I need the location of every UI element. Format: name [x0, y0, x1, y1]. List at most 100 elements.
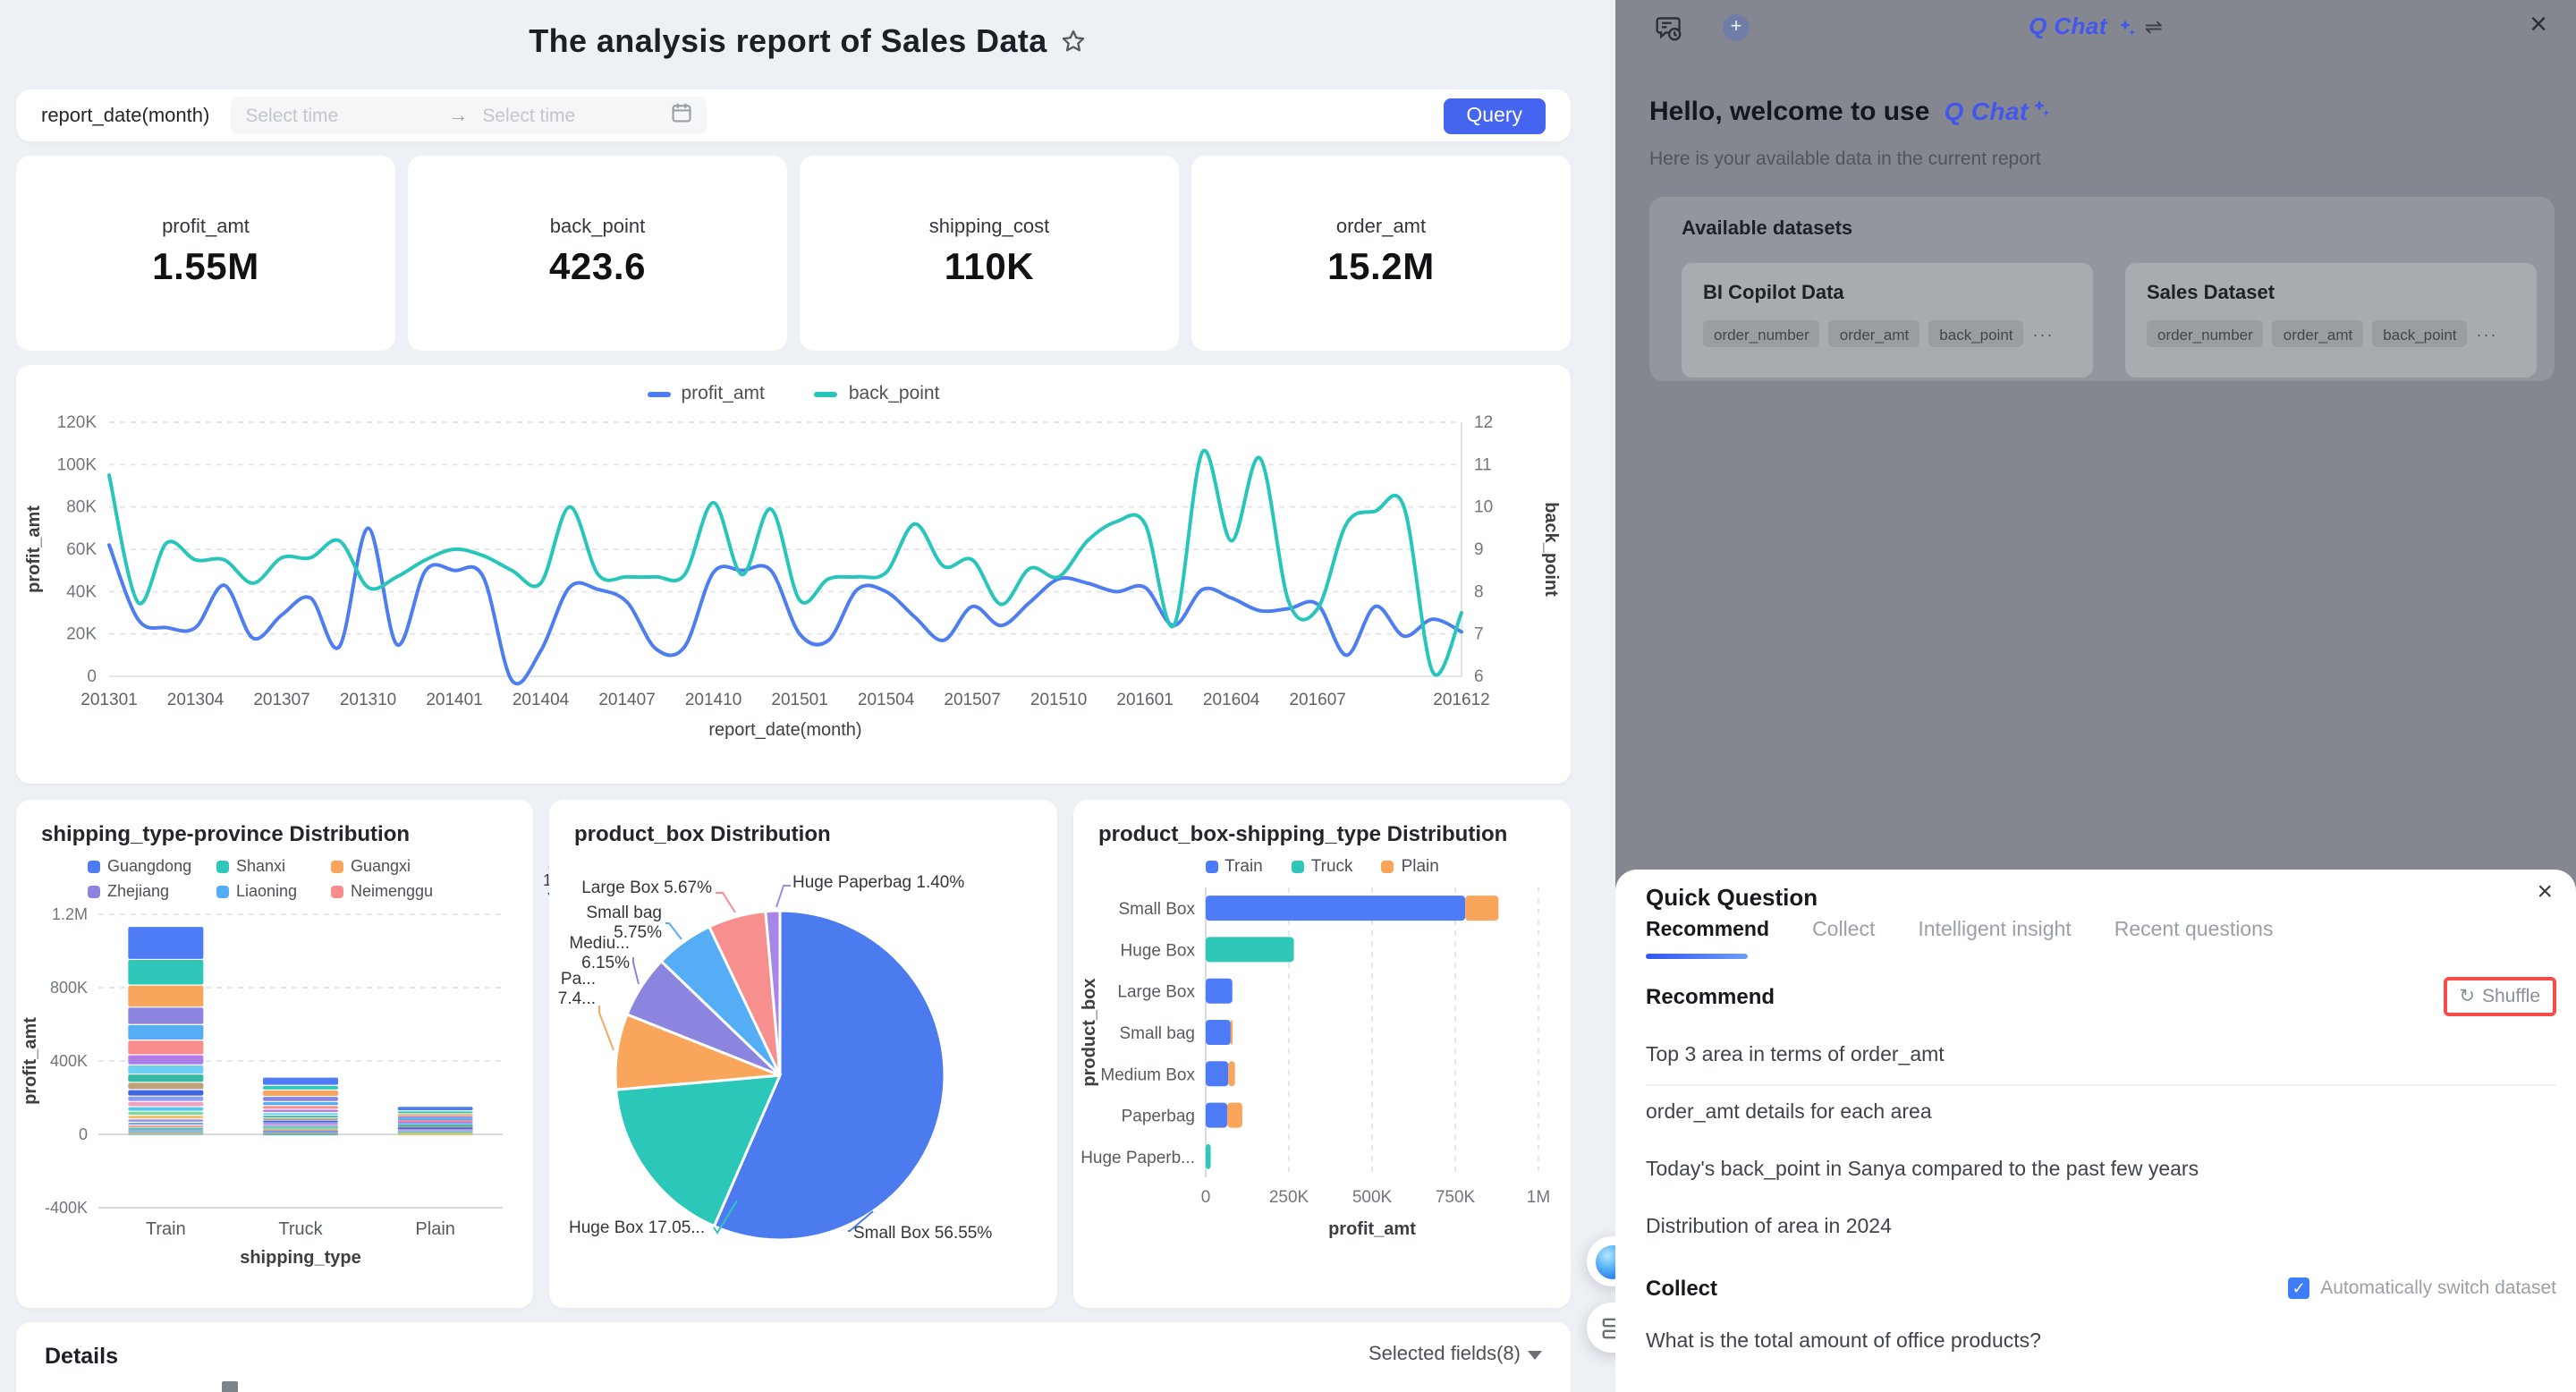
recommend-section-header: Recommend ↻ Shuffle [1646, 970, 2556, 1023]
auto-switch-dataset[interactable]: ✓ Automatically switch dataset [2288, 1277, 2556, 1299]
pie-label-huge-box: Huge Box 17.05... [569, 1218, 705, 1238]
favorite-star-icon[interactable] [1062, 29, 1087, 54]
svg-text:800K: 800K [50, 979, 88, 997]
svg-text:6: 6 [1474, 667, 1484, 686]
svg-text:Large Box: Large Box [1117, 983, 1195, 1002]
kpi-value: 1.55M [152, 247, 259, 290]
svg-text:0: 0 [1201, 1188, 1211, 1207]
qchat-header: + Q Chat ⇌ × [1615, 0, 2576, 54]
more-fields-ellipsis: ··· [2477, 325, 2498, 343]
pie-chart-title: product_box Distribution [549, 800, 1057, 846]
dataset-fields: order_numberorder_amtback_point··· [2147, 320, 2515, 347]
legend-item-Shanxi[interactable]: Shanxi [216, 857, 331, 875]
date-range-input[interactable]: Select time → Select time [231, 97, 707, 134]
quick-question-tabs: Recommend Collect Intelligent insight Recen… [1646, 920, 2273, 941]
trend-line-chart[interactable]: 0620K740K860K980K10100K11120K12201301201… [16, 404, 1571, 782]
dataset-field-chip: back_point [1928, 320, 2023, 347]
kpi-row: profit_amt1.55Mback_point423.6shipping_c… [16, 156, 1571, 351]
tab-intelligent-insight[interactable]: Intelligent insight [1918, 920, 2071, 941]
recommend-question[interactable]: Top 3 area in terms of order_amt [1646, 1027, 2556, 1086]
legend-item-back_point[interactable]: back_point [815, 383, 940, 404]
qchat-panel: + Q Chat ⇌ × Hello, welcome to use Q Cha… [1615, 0, 2576, 1392]
trend-legend: profit_amt back_point [16, 365, 1571, 404]
svg-text:250K: 250K [1269, 1188, 1309, 1207]
dataset-card-bi-copilot-data[interactable]: BI Copilot Dataorder_numberorder_amtback… [1682, 263, 2093, 378]
svg-text:1M: 1M [1527, 1188, 1550, 1207]
hbar-chart-card: product_box-shipping_type Distribution T… [1073, 800, 1571, 1308]
legend-item-Neimenggu[interactable]: Neimenggu [331, 882, 456, 900]
svg-text:profit_amt: profit_amt [24, 505, 44, 593]
svg-text:40K: 40K [66, 582, 97, 601]
dataset-name: Sales Dataset [2147, 283, 2515, 304]
qchat-logo: Q Chat ⇌ [1615, 13, 2576, 39]
legend-item-Zhejiang[interactable]: Zhejiang [88, 882, 216, 900]
svg-text:201501: 201501 [771, 691, 827, 709]
selected-fields-dropdown[interactable]: Selected fields(8) [1368, 1344, 1542, 1365]
hbar-legend: Train Truck Plain [1073, 857, 1571, 877]
legend-item-Train[interactable]: Train [1205, 857, 1263, 877]
legend-label: Neimenggu [351, 882, 433, 900]
pie-chart[interactable]: Large Box 5.67%Small bag5.75%Mediu...6.1… [549, 846, 1057, 1297]
legend-item-Guangdong[interactable]: Guangdong [88, 857, 216, 875]
legend-label: Shanxi [236, 857, 285, 875]
legend-label: Guangxi [351, 857, 411, 875]
stage: The analysis report of Sales Data report… [0, 0, 2576, 1392]
svg-text:product_box: product_box [1080, 978, 1099, 1086]
quick-question-close-icon[interactable]: × [2537, 877, 2553, 907]
svg-text:60K: 60K [66, 540, 97, 559]
svg-text:0: 0 [79, 1125, 88, 1143]
kpi-value: 423.6 [549, 247, 646, 290]
svg-text:80K: 80K [66, 498, 97, 517]
dataset-field-chip: order_number [1703, 320, 1820, 347]
svg-text:profit_amt: profit_amt [21, 1017, 40, 1105]
legend-item-Plain[interactable]: Plain [1382, 857, 1439, 877]
stack-bar-chart[interactable]: -400K0400K800K1.2MTrainTruckPlainshippin… [16, 900, 533, 1281]
svg-text:7: 7 [1474, 625, 1484, 644]
collect-question[interactable]: What is the total amount of office produ… [1646, 1313, 2556, 1371]
svg-text:201401: 201401 [426, 691, 482, 709]
legend-item-Guangxi[interactable]: Guangxi [331, 857, 456, 875]
recommend-question[interactable]: Distribution of area in 2024 [1646, 1199, 2556, 1256]
table-header-fragment [222, 1381, 238, 1392]
legend-swatch [1382, 861, 1394, 873]
chevron-down-icon [1528, 1350, 1542, 1359]
checkbox-checked-icon[interactable]: ✓ [2288, 1277, 2309, 1299]
switch-panel-icon[interactable]: ⇌ [2145, 13, 2163, 38]
refresh-icon: ↻ [2459, 986, 2475, 1007]
svg-text:back_point: back_point [1541, 502, 1561, 597]
kpi-card: back_point 423.6 [408, 156, 787, 351]
tab-collect[interactable]: Collect [1812, 920, 1875, 941]
welcome-subtitle: Here is your available data in the curre… [1649, 149, 2041, 170]
kpi-label: back_point [550, 216, 645, 238]
legend-label: profit_amt [682, 383, 765, 404]
legend-item-profit_amt[interactable]: profit_amt [648, 383, 765, 404]
svg-text:shipping_type: shipping_type [240, 1248, 361, 1268]
tab-recent-questions[interactable]: Recent questions [2114, 920, 2274, 941]
svg-text:profit_amt: profit_amt [1328, 1219, 1416, 1239]
legend-swatch [331, 860, 343, 872]
trend-chart-card: profit_amtback_point 0620K740K860K980K10… [16, 365, 1571, 784]
panel-close-icon[interactable]: × [2529, 7, 2547, 43]
tab-recommend[interactable]: Recommend [1646, 920, 1769, 941]
svg-text:201301: 201301 [80, 691, 137, 709]
hbar-chart[interactable]: 0250K500K750K1MSmall BoxHuge BoxLarge Bo… [1073, 877, 1571, 1276]
kpi-card: shipping_cost110K [800, 156, 1179, 351]
svg-text:201504: 201504 [858, 691, 915, 709]
quick-question-title: Quick Question [1646, 884, 1818, 911]
legend-item-Truck[interactable]: Truck [1292, 857, 1353, 877]
legend-item-Liaoning[interactable]: Liaoning [216, 882, 331, 900]
svg-text:400K: 400K [50, 1052, 88, 1070]
filter-label: report_date(month) [41, 105, 209, 126]
dataset-card-sales-dataset[interactable]: Sales Dataset order_numberorder_amtback_p… [2125, 263, 2537, 378]
recommend-question[interactable]: order_amt details for each area [1646, 1084, 2556, 1142]
available-datasets-box: Available datasets BI Copilot Dataorder_… [1649, 197, 2555, 381]
recommend-question[interactable]: Today's back_point in Sanya compared to … [1646, 1142, 2556, 1199]
query-button[interactable]: Query [1443, 98, 1546, 133]
svg-text:100K: 100K [57, 455, 97, 474]
legend-swatch [815, 391, 838, 396]
quick-question-panel: Quick Question × Recommend Collect Intelli… [1615, 870, 2576, 1392]
legend-swatch [216, 885, 229, 897]
page-title: The analysis report of Sales Data [529, 22, 1046, 60]
shuffle-button[interactable]: ↻ Shuffle [2459, 986, 2540, 1007]
legend-label: Liaoning [236, 882, 297, 900]
